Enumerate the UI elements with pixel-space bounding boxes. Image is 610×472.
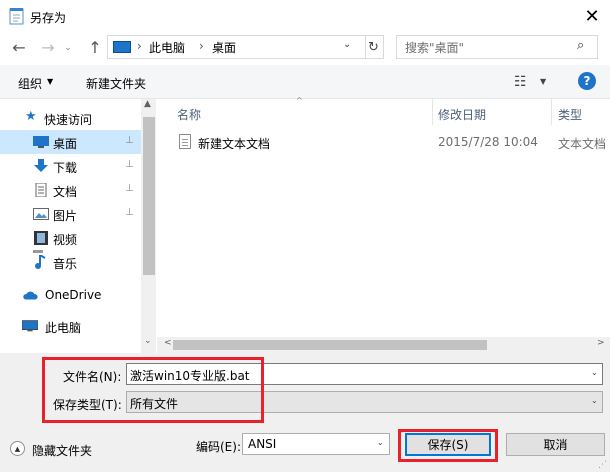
scroll-left-icon[interactable]: < xyxy=(164,338,172,348)
notepad-icon xyxy=(9,8,24,25)
chevron-down-icon[interactable]: ⌄ xyxy=(377,438,384,447)
view-options-icon[interactable]: ☷ xyxy=(514,74,527,90)
command-bar: 组织 ▼ 新建文件夹 ☷ ▼ ? xyxy=(0,65,610,99)
chevron-down-icon[interactable]: ▼ xyxy=(540,77,546,86)
column-header-type[interactable]: 类型 xyxy=(558,106,582,123)
computer-icon xyxy=(22,320,38,332)
sidebar-item-label: 此电脑 xyxy=(45,321,82,335)
pin-icon[interactable]: ⊥ xyxy=(125,207,134,218)
cloud-icon xyxy=(23,291,38,300)
column-divider[interactable] xyxy=(551,99,552,125)
desktop-icon xyxy=(33,136,49,148)
computer-icon xyxy=(113,41,131,53)
help-icon[interactable]: ? xyxy=(578,72,596,90)
sidebar-item-this-pc[interactable]: 此电脑 xyxy=(0,314,141,338)
sidebar-item-label: 桌面 xyxy=(53,137,78,151)
new-folder-button[interactable]: 新建文件夹 xyxy=(86,75,146,92)
breadcrumb-this-pc[interactable]: 此电脑 xyxy=(149,39,185,56)
sidebar-item-onedrive[interactable]: OneDrive xyxy=(0,283,141,307)
scroll-right-icon[interactable]: > xyxy=(597,338,605,348)
sidebar-item-videos[interactable]: 视频 xyxy=(0,226,141,250)
column-header-name[interactable]: 名称 xyxy=(177,106,201,123)
pin-icon[interactable]: ⊥ xyxy=(125,159,134,170)
file-date: 2015/7/28 10:04 xyxy=(438,135,538,149)
back-button[interactable]: ← xyxy=(8,36,30,58)
refresh-button[interactable]: ↻ xyxy=(364,35,384,59)
sidebar-item-label: 快速访问 xyxy=(44,113,93,127)
hide-folders-label[interactable]: 隐藏文件夹 xyxy=(32,442,92,459)
breadcrumb-separator[interactable]: › xyxy=(199,39,204,53)
sidebar-item-downloads[interactable]: 下载 ⊥ xyxy=(0,154,141,178)
navigation-pane: ★ 快速访问 桌面 ⊥ 下载 ⊥ 文档 ⊥ 图片 ⊥ 视频 音乐 OneDriv… xyxy=(0,99,156,343)
forward-button[interactable]: → xyxy=(37,36,59,58)
column-header-date[interactable]: 修改日期 xyxy=(438,106,486,123)
file-row[interactable]: 新建文本文档 2015/7/28 10:04 文本文档 xyxy=(177,133,607,153)
sidebar-item-music[interactable]: 音乐 xyxy=(0,250,141,274)
cancel-button[interactable]: 取消 xyxy=(506,433,605,456)
address-bar[interactable]: › 此电脑 › 桌面 ⌄ xyxy=(107,35,366,59)
sidebar-item-desktop[interactable]: 桌面 ⊥ xyxy=(0,130,141,154)
scroll-down-icon[interactable]: ⌄ xyxy=(144,336,152,346)
sidebar-item-label: 图片 xyxy=(53,209,78,223)
star-icon: ★ xyxy=(25,109,37,124)
file-name: 新建文本文档 xyxy=(198,137,271,151)
sidebar-scroll-thumb[interactable] xyxy=(143,117,155,275)
encoding-label: 编码(E): xyxy=(196,440,241,454)
pin-icon[interactable]: ⊥ xyxy=(125,135,134,146)
up-button[interactable]: ↑ xyxy=(84,36,106,58)
sidebar-item-label: OneDrive xyxy=(45,288,102,302)
sidebar-item-label: 音乐 xyxy=(53,257,78,271)
recent-locations-button[interactable]: ⌄ xyxy=(60,37,76,59)
chevron-down-icon[interactable]: ⌄ xyxy=(591,396,598,405)
chevron-down-icon[interactable]: ⌄ xyxy=(591,368,598,377)
breadcrumb-separator[interactable]: › xyxy=(137,39,142,53)
organize-button[interactable]: 组织 xyxy=(18,75,42,92)
sidebar-item-label: 文档 xyxy=(53,185,78,199)
window-title: 另存为 xyxy=(30,11,67,25)
save-button[interactable]: 保存(S) xyxy=(405,433,491,456)
sidebar-item-pictures[interactable]: 图片 ⊥ xyxy=(0,202,141,226)
sidebar-item-label: 视频 xyxy=(53,233,78,247)
sidebar-item-partial xyxy=(33,250,43,253)
horizontal-scroll-thumb[interactable] xyxy=(173,340,487,350)
search-icon[interactable]: ⌕ xyxy=(577,38,584,53)
resize-grip-icon[interactable]: ⋰ xyxy=(598,460,607,470)
document-icon xyxy=(35,183,47,197)
address-dropdown-icon[interactable]: ⌄ xyxy=(343,39,351,50)
breadcrumb-desktop[interactable]: 桌面 xyxy=(212,39,236,56)
sidebar-item-documents[interactable]: 文档 ⊥ xyxy=(0,178,141,202)
encoding-select[interactable]: ANSI ⌄ xyxy=(242,433,390,455)
annotation-highlight-box xyxy=(42,357,264,423)
music-icon xyxy=(35,255,46,269)
close-button[interactable]: ✕ xyxy=(574,0,610,32)
download-icon xyxy=(34,159,48,172)
search-input[interactable]: 搜索"桌面" ⌕ xyxy=(396,35,598,59)
sidebar-item-label: 下载 xyxy=(53,161,78,175)
pin-icon[interactable]: ⊥ xyxy=(125,183,134,194)
video-icon xyxy=(34,231,48,245)
chevron-down-icon[interactable]: ▼ xyxy=(47,77,53,86)
chevron-up-icon[interactable]: ▲ xyxy=(10,441,25,456)
sidebar-item-quick-access[interactable]: ★ 快速访问 xyxy=(0,106,141,130)
sort-indicator-icon: ^ xyxy=(296,96,303,105)
text-file-icon xyxy=(179,134,191,149)
search-placeholder: 搜索"桌面" xyxy=(405,41,465,55)
title-bar: 另存为 ✕ xyxy=(0,0,610,32)
file-type: 文本文档 xyxy=(558,137,607,151)
encoding-value[interactable]: ANSI xyxy=(248,437,276,451)
picture-icon xyxy=(33,208,49,220)
scroll-up-icon[interactable]: ▲ xyxy=(144,99,151,109)
column-divider[interactable] xyxy=(432,99,433,125)
